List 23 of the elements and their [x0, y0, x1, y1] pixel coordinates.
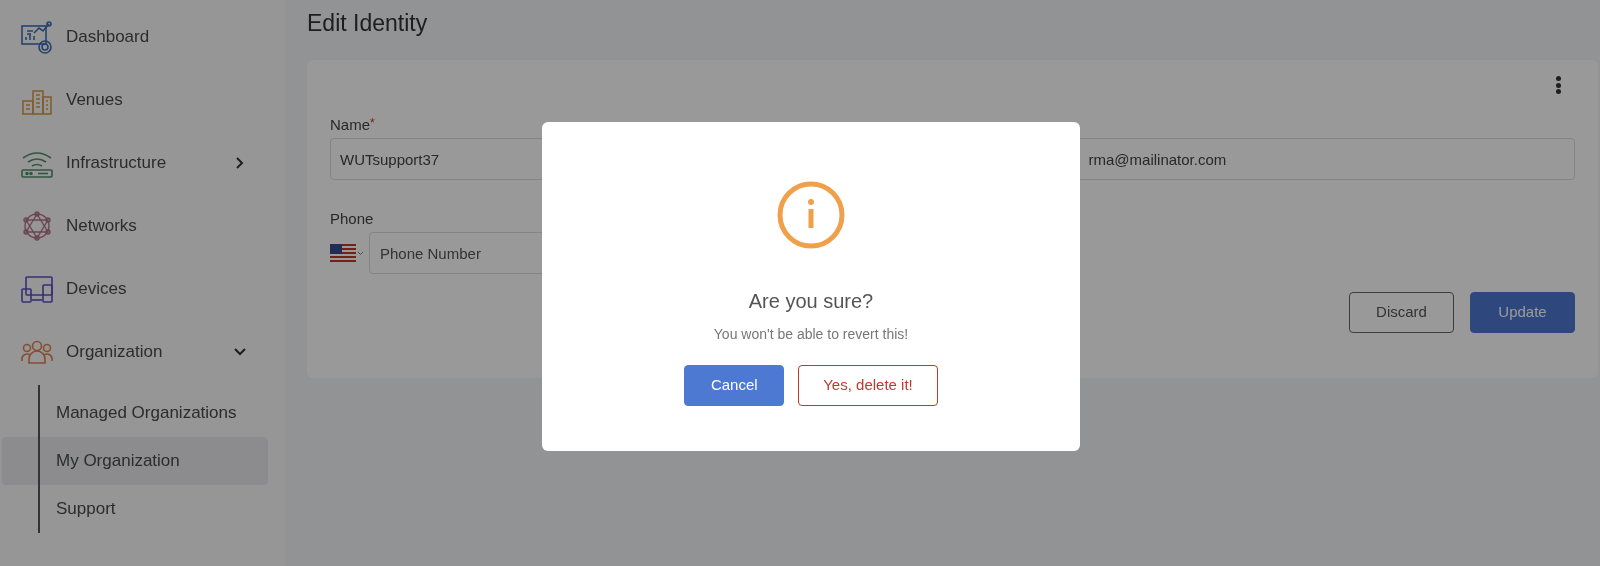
submenu-item[interactable]: My Organization: [2, 437, 268, 485]
dialog-message: You won't be able to revert this!: [713, 325, 909, 344]
sidebar-item[interactable]: Devices: [0, 257, 285, 320]
delete-button[interactable]: Yes, delete it!: [798, 365, 938, 406]
discard-button[interactable]: Discard: [1349, 292, 1454, 333]
field-label: Phone: [330, 209, 374, 228]
sidebar-item[interactable]: Networks: [0, 194, 285, 257]
submenu-item[interactable]: Support: [2, 485, 268, 533]
network-icon: [20, 208, 54, 243]
page-title: Edit Identity: [307, 9, 428, 38]
sidebar-item[interactable]: Organization: [0, 320, 285, 383]
info-icon: [776, 180, 846, 250]
sidebar-item[interactable]: Dashboard: [0, 5, 285, 68]
cancel-button[interactable]: Cancel: [684, 365, 785, 406]
sidebar-item[interactable]: Venues: [0, 68, 285, 131]
us-flag-icon[interactable]: [330, 244, 364, 262]
update-button[interactable]: Update: [1470, 292, 1575, 333]
sidebar-item[interactable]: Infrastructure: [0, 131, 285, 194]
submenu-item[interactable]: Managed Organizations: [2, 389, 268, 437]
dashboard-chart-icon: [20, 19, 54, 54]
more-options-icon[interactable]: [1555, 76, 1561, 94]
dialog-title: Are you sure?: [748, 289, 874, 314]
field-label: Name*: [330, 115, 375, 134]
